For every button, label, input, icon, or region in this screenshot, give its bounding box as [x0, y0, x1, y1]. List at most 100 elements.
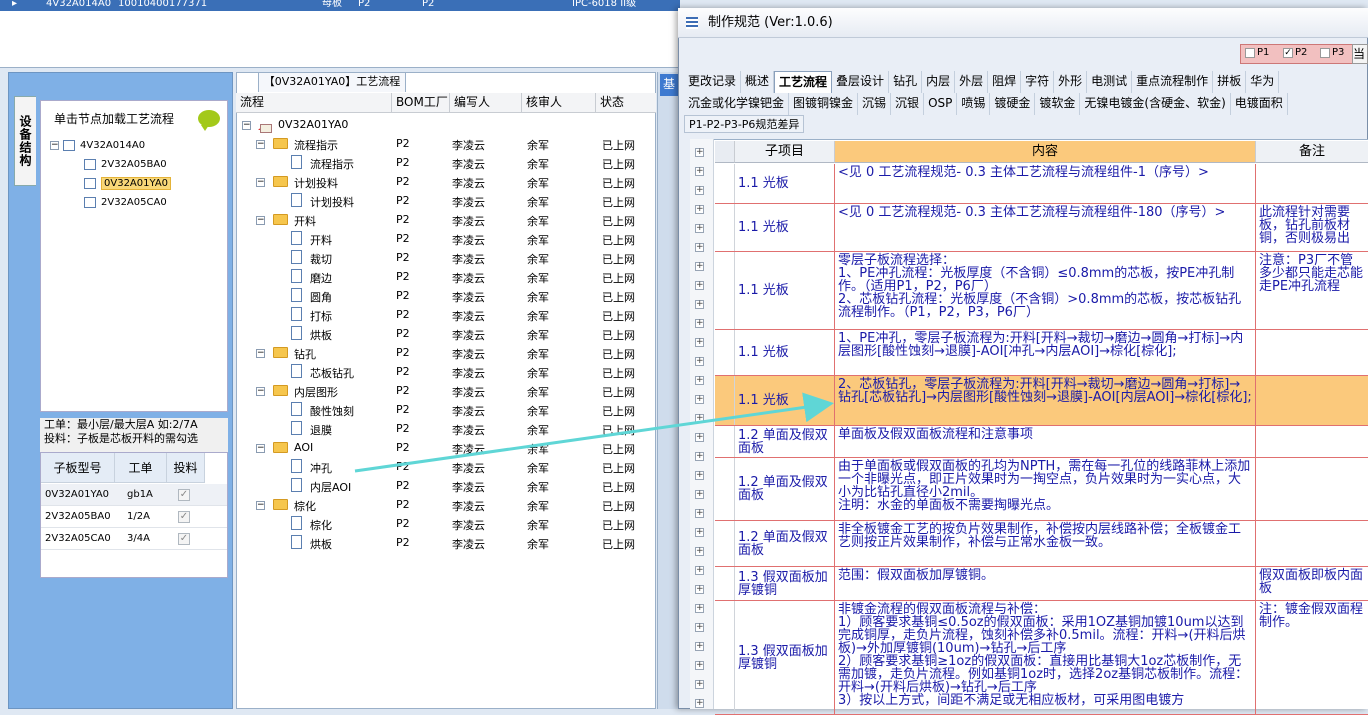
tab-item[interactable]: 沉锡: [858, 93, 892, 115]
column-header[interactable]: 备注: [1256, 141, 1368, 163]
tab-item[interactable]: 内层: [922, 71, 956, 93]
expand-icon[interactable]: +: [695, 243, 704, 252]
row-header[interactable]: [715, 376, 735, 425]
tab-process-flow[interactable]: 【0V32A01YA0】工艺流程: [258, 72, 406, 92]
table-row[interactable]: 流程指示 P2 李凌云 余军 已上网: [236, 154, 656, 173]
table-row[interactable]: 内层AOI P2 李凌云 余军 已上网: [236, 477, 656, 496]
tab-item[interactable]: 镀硬金: [990, 93, 1036, 115]
plant-checkbox-p2[interactable]: ✓ P2: [1283, 47, 1307, 58]
table-row[interactable]: − 内层图形 P2 李凌云 余军 已上网: [236, 382, 656, 401]
table-row[interactable]: 1.3 假双面板加厚镀铜 范围：假双面板加厚镀铜。 假双面板即板内面板: [715, 567, 1368, 601]
row-header[interactable]: [715, 567, 735, 600]
tree-node[interactable]: − 4V32A014A0: [50, 137, 145, 154]
table-row[interactable]: − 计划投料 P2 李凌云 余军 已上网: [236, 173, 656, 192]
expand-icon[interactable]: +: [695, 623, 704, 632]
table-row[interactable]: 1.1 光板 零层子板流程选择： 1、PE冲孔流程：光板厚度（不含铜）≤0.8mm…: [715, 252, 1368, 330]
expand-icon[interactable]: +: [695, 452, 704, 461]
tree-node-selected[interactable]: 0V32A01YA0: [84, 175, 172, 192]
table-row[interactable]: 打标 P2 李凌云 余军 已上网: [236, 306, 656, 325]
table-row[interactable]: − 开料 P2 李凌云 余军 已上网: [236, 211, 656, 230]
expand-icon[interactable]: +: [695, 661, 704, 670]
expand-icon[interactable]: +: [695, 471, 704, 480]
root-node-label[interactable]: 0V32A01YA0: [278, 118, 348, 131]
table-row[interactable]: 冲孔 P2 李凌云 余军 已上网: [236, 458, 656, 477]
table-row[interactable]: 裁切 P2 李凌云 余军 已上网: [236, 249, 656, 268]
tab-item[interactable]: 叠层设计: [832, 71, 890, 93]
top-grid-selected-row[interactable]: ▸ 4V32A014A0 10010400177371 母板 P2 P2 IPC…: [0, 0, 680, 11]
tab-item[interactable]: 工艺流程: [774, 71, 833, 93]
tab-item[interactable]: 喷锡: [957, 93, 991, 115]
tab-base[interactable]: 基: [660, 74, 678, 96]
tab-item[interactable]: 字符: [1021, 71, 1055, 93]
tab-item[interactable]: 更改记录: [684, 71, 742, 93]
row-header[interactable]: [715, 426, 735, 457]
expand-icon[interactable]: +: [695, 680, 704, 689]
table-row[interactable]: 磨边 P2 李凌云 余军 已上网: [236, 268, 656, 287]
table-row[interactable]: − 棕化 P2 李凌云 余军 已上网: [236, 496, 656, 515]
expand-icon[interactable]: +: [695, 262, 704, 271]
column-header[interactable]: 核审人: [522, 93, 596, 113]
table-row[interactable]: 芯板钻孔 P2 李凌云 余军 已上网: [236, 363, 656, 382]
plant-checkbox-p1[interactable]: P1: [1245, 47, 1269, 58]
column-header[interactable]: 流程: [236, 93, 392, 113]
expand-icon[interactable]: +: [695, 376, 704, 385]
expand-icon[interactable]: +: [695, 338, 704, 347]
tab-item[interactable]: 重点流程制作: [1132, 71, 1214, 93]
collapse-icon[interactable]: −: [50, 141, 59, 150]
table-row-selected[interactable]: 1.1 光板 2、芯板钻孔，零层子板流程为:开料[开料→裁切→磨边→圆角→打标]→…: [715, 376, 1368, 426]
column-header[interactable]: 编写人: [450, 93, 522, 113]
tab-item[interactable]: 无镍电镀金(含硬金、软金): [1080, 93, 1231, 115]
tab-item[interactable]: 电镀面积: [1231, 93, 1288, 115]
plant-checkbox-p3[interactable]: P3: [1320, 47, 1344, 58]
table-row[interactable]: 2V32A05CA0 3/4A ✓: [41, 528, 227, 550]
row-header[interactable]: [715, 204, 735, 251]
expand-icon[interactable]: +: [695, 699, 704, 708]
feed-checkbox[interactable]: ✓: [178, 510, 190, 523]
column-header[interactable]: 状态: [596, 93, 656, 113]
tab-item[interactable]: 阻焊: [988, 71, 1022, 93]
expand-icon[interactable]: +: [695, 528, 704, 537]
row-header[interactable]: [715, 330, 735, 375]
expand-icon[interactable]: +: [695, 205, 704, 214]
row-header[interactable]: [715, 521, 735, 566]
table-row[interactable]: 1.2 单面及假双面板 非全板镀金工艺的按负片效果制作，补偿按内层线路补偿；全板镀…: [715, 521, 1368, 567]
table-row[interactable]: 1.1 光板 1、PE冲孔，零层子板流程为:开料[开料→裁切→磨边→圆角→打标]→…: [715, 330, 1368, 376]
column-header[interactable]: BOM工厂: [392, 93, 450, 113]
collapse-icon[interactable]: −: [256, 387, 265, 396]
table-row[interactable]: − AOI P2 李凌云 余军 已上网: [236, 439, 656, 458]
row-header[interactable]: [715, 252, 735, 329]
tab-item[interactable]: 沉银: [891, 93, 925, 115]
table-row[interactable]: 开料 P2 李凌云 余军 已上网: [236, 230, 656, 249]
tab-item[interactable]: 拼板: [1213, 71, 1247, 93]
expand-icon[interactable]: +: [695, 300, 704, 309]
column-header[interactable]: 投料: [167, 453, 205, 483]
feed-checkbox[interactable]: ✓: [178, 532, 190, 545]
expand-icon[interactable]: +: [695, 509, 704, 518]
tab-item[interactable]: 电测试: [1087, 71, 1133, 93]
expand-icon[interactable]: +: [695, 357, 704, 366]
column-header[interactable]: 子项目: [735, 141, 835, 163]
expand-icon[interactable]: +: [695, 414, 704, 423]
expand-icon[interactable]: +: [695, 395, 704, 404]
expand-icon[interactable]: +: [695, 281, 704, 290]
tab-item[interactable]: 外层: [955, 71, 989, 93]
table-row[interactable]: 酸性蚀刻 P2 李凌云 余军 已上网: [236, 401, 656, 420]
tab-item[interactable]: OSP: [924, 93, 958, 115]
table-row[interactable]: 1.2 单面及假双面板 由于单面板或假双面板的孔均为NPTH，需在每一孔位的线路菲…: [715, 458, 1368, 521]
column-header[interactable]: 工单: [115, 453, 167, 483]
tree-node[interactable]: 2V32A05CA0: [84, 194, 167, 211]
expand-icon[interactable]: +: [695, 148, 704, 157]
table-row[interactable]: 棕化 P2 李凌云 余军 已上网: [236, 515, 656, 534]
table-row[interactable]: 圆角 P2 李凌云 余军 已上网: [236, 287, 656, 306]
table-row[interactable]: 退膜 P2 李凌云 余军 已上网: [236, 420, 656, 439]
table-row[interactable]: 1.2 单面及假双面板 单面板及假双面板流程和注意事项: [715, 426, 1368, 458]
expand-icon[interactable]: +: [695, 433, 704, 442]
collapse-icon[interactable]: −: [242, 121, 251, 130]
table-row[interactable]: − 流程指示 P2 李凌云 余军 已上网: [236, 135, 656, 154]
table-row[interactable]: 0V32A01YA0 gb1A ✓: [41, 484, 227, 506]
row-header[interactable]: [715, 458, 735, 520]
collapse-icon[interactable]: −: [256, 501, 265, 510]
collapse-icon[interactable]: −: [256, 444, 265, 453]
expand-icon[interactable]: +: [695, 585, 704, 594]
tab-item[interactable]: 图镀铜镍金: [789, 93, 859, 115]
